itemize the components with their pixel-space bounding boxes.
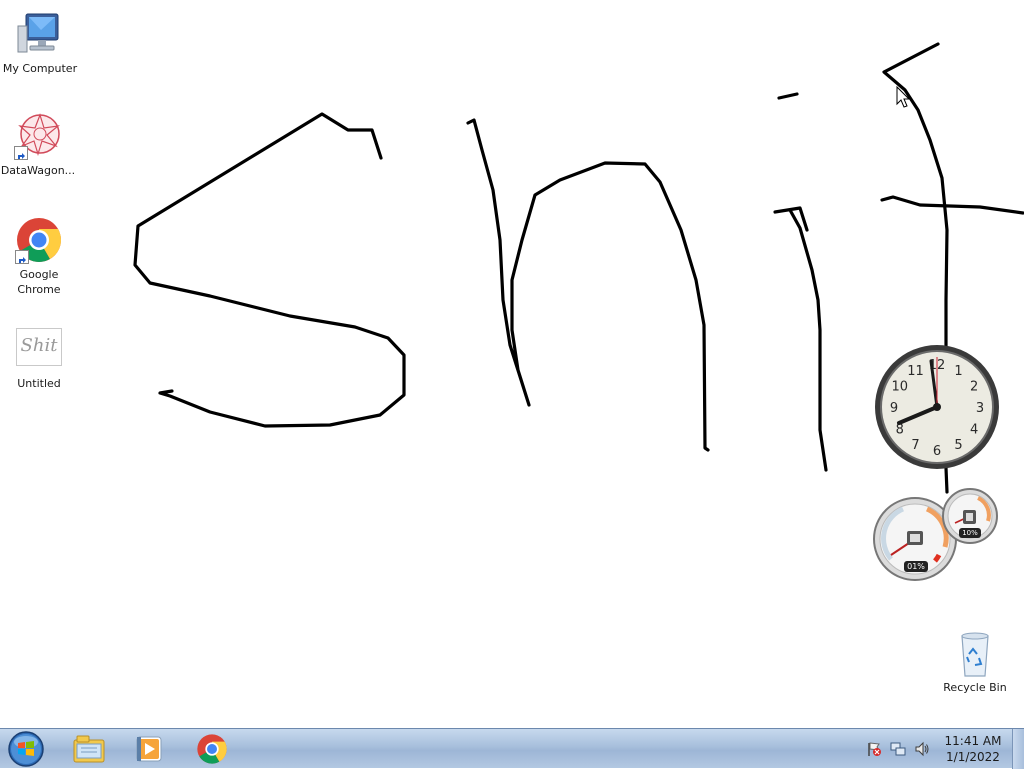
windows-logo-icon bbox=[18, 742, 25, 748]
clock-numeral: 5 bbox=[954, 438, 962, 453]
paint-document-icon: Shit bbox=[16, 328, 62, 366]
datawagon-icon bbox=[14, 112, 62, 160]
clock-date: 1/1/2022 bbox=[946, 750, 1000, 764]
desktop-icon-google-chrome[interactable]: Google Chrome bbox=[0, 216, 79, 297]
cpu-meter-gadget[interactable]: 01% 10% bbox=[873, 485, 1003, 581]
taskbar: 11:41 AM 1/1/2022 bbox=[0, 728, 1024, 769]
volume-icon[interactable] bbox=[914, 741, 930, 757]
desktop-icon-label: DataWagon... bbox=[0, 164, 76, 177]
taskbar-windows-explorer-button[interactable] bbox=[62, 730, 116, 768]
taskbar-media-player-button[interactable] bbox=[122, 730, 176, 768]
desktop-icon-recycle-bin[interactable]: Recycle Bin bbox=[935, 630, 1015, 695]
desktop-wallpaper-drawing bbox=[133, 42, 1024, 494]
clock-numeral: 6 bbox=[933, 444, 941, 459]
media-player-icon bbox=[136, 736, 162, 762]
desktop-icon-datawagon[interactable]: DataWagon... bbox=[0, 112, 78, 178]
drawn-letter-t-cross bbox=[880, 195, 1024, 215]
clock-numeral: 10 bbox=[892, 380, 909, 395]
clock-numeral: 9 bbox=[890, 401, 898, 416]
recycle-bin-icon bbox=[951, 630, 999, 678]
taskbar-chrome-button[interactable] bbox=[185, 730, 239, 768]
chrome-icon bbox=[197, 734, 227, 764]
cpu-usage-readout: 01% bbox=[904, 561, 928, 572]
clock-numeral: 1 bbox=[954, 364, 962, 379]
drawn-letter-i-stem bbox=[773, 206, 828, 472]
chrome-icon bbox=[15, 216, 63, 264]
clock-time: 11:41 AM bbox=[944, 734, 1002, 748]
windows-explorer-icon bbox=[73, 735, 105, 763]
desktop-icon-label: My Computer bbox=[2, 62, 78, 75]
clock-numeral: 11 bbox=[907, 364, 924, 379]
desktop-icon-untitled[interactable]: Shit Untitled bbox=[0, 328, 79, 391]
shortcut-arrow-icon bbox=[15, 250, 29, 264]
network-icon[interactable] bbox=[890, 741, 906, 757]
drawn-letter-i bbox=[777, 92, 799, 100]
desktop-icon-label: Google Chrome bbox=[17, 268, 61, 296]
thumbnail-text: Shit bbox=[20, 335, 58, 356]
clock-numeral: 3 bbox=[976, 401, 984, 416]
drawn-letter-h bbox=[466, 118, 710, 452]
clock-numeral: 2 bbox=[970, 380, 978, 395]
start-button[interactable] bbox=[6, 730, 46, 768]
clock-gadget[interactable]: 12 1 2 3 4 5 6 7 8 9 10 11 bbox=[873, 343, 1001, 471]
drawn-letter-s bbox=[133, 112, 406, 428]
taskbar-clock[interactable]: 11:41 AM 1/1/2022 bbox=[940, 733, 1006, 765]
desktop-icon-label: Recycle Bin bbox=[943, 681, 1007, 694]
memory-usage-readout: 10% bbox=[959, 528, 981, 538]
computer-icon bbox=[16, 10, 64, 58]
shortcut-arrow-icon bbox=[14, 146, 28, 160]
desktop-icon-label: Untitled bbox=[17, 377, 61, 390]
clock-numeral: 4 bbox=[970, 423, 978, 438]
clock-numeral: 7 bbox=[911, 438, 919, 453]
show-desktop-button[interactable] bbox=[1012, 729, 1024, 769]
desktop-icon-my-computer[interactable]: My Computer bbox=[0, 10, 80, 76]
action-center-flag-icon[interactable] bbox=[866, 741, 882, 757]
